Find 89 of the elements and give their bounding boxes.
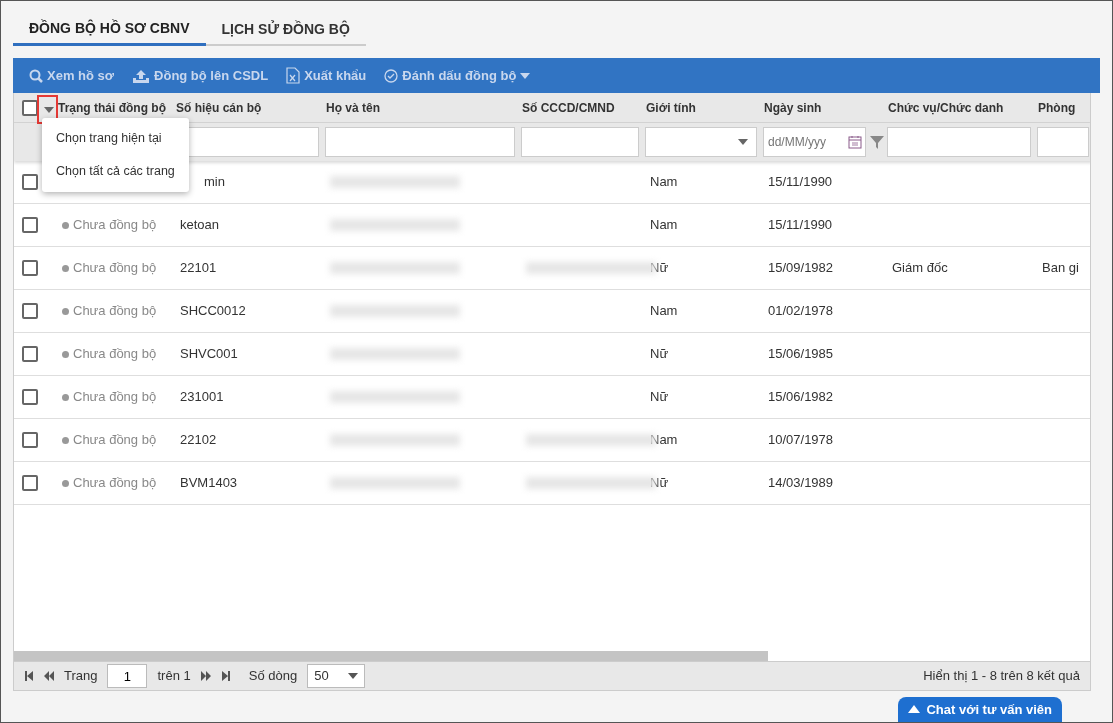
date-filter-field[interactable]: dd/MM/yyy: [763, 127, 866, 157]
tab[interactable]: ĐỒNG BỘ HỒ SƠ CBNV: [13, 14, 206, 46]
filter-field[interactable]: [1037, 127, 1089, 157]
table-cell-text: Giám đốc: [891, 259, 949, 278]
table-cell-text: Nữ: [649, 259, 670, 278]
row-checkbox[interactable]: [22, 174, 38, 190]
page-count: trên 1: [157, 667, 191, 686]
next-page-icon[interactable]: [200, 671, 211, 681]
excel-file-icon: [286, 67, 301, 84]
search-icon: [29, 68, 43, 83]
caret-icon: [348, 673, 359, 679]
table-cell-text: Nữ: [649, 474, 670, 493]
column-header: Chức vụ/Chức danh: [887, 99, 1005, 117]
filter-field[interactable]: [325, 127, 515, 157]
table-cell-text: 15/11/1990: [767, 216, 834, 235]
sync-status: Chưa đồng bộ: [73, 388, 157, 407]
row-checkbox[interactable]: [22, 432, 38, 448]
table-cell-text: Nam: [649, 302, 679, 321]
table-cell-text: Nữ: [649, 345, 670, 364]
menu-item[interactable]: Chọn tất cả các trang: [42, 154, 189, 188]
caret-icon[interactable]: [44, 106, 54, 113]
upload-icon: [132, 68, 151, 83]
sync-status: Chưa đồng bộ: [73, 345, 157, 364]
table-cell-text: 15/09/1982: [767, 259, 835, 278]
status-dot: [62, 350, 69, 358]
table-cell-text: 15/06/1985: [767, 345, 835, 364]
column-header: Phòng: [1037, 99, 1077, 117]
column-header: Số CCCD/CMND: [521, 99, 616, 117]
column-header: Ngày sinh: [763, 99, 823, 117]
row-checkbox[interactable]: [22, 346, 38, 362]
filter-icon[interactable]: [870, 135, 884, 149]
status-dot: [62, 221, 69, 229]
table-cell-text: min: [204, 173, 225, 192]
scrollbar-thumb[interactable]: [14, 651, 768, 661]
sync-status: Chưa đồng bộ: [73, 431, 157, 450]
table-cell-text: 10/07/1978: [767, 431, 835, 450]
caret-icon: [738, 139, 748, 145]
table-cell-text: 14/03/1989: [767, 474, 835, 493]
row-checkbox[interactable]: [22, 389, 38, 405]
table-cell-text: ketoan: [179, 216, 221, 235]
status-dot: [62, 479, 69, 487]
page-label: Trang: [64, 667, 98, 686]
table-cell-text: Nam: [649, 216, 679, 235]
sync-status: Chưa đồng bộ: [73, 302, 157, 321]
status-dot: [62, 436, 69, 444]
sync-status: Chưa đồng bộ: [73, 474, 157, 493]
filter-field[interactable]: [521, 127, 639, 157]
menu-item[interactable]: Chọn trang hiện tại: [42, 122, 189, 155]
row-checkbox[interactable]: [22, 475, 38, 491]
page-input[interactable]: 1: [107, 664, 148, 688]
table-cell-text: 01/02/1978: [767, 302, 835, 321]
calendar-icon: [848, 135, 862, 149]
highlight-frame: [37, 95, 58, 124]
select-all-checkbox[interactable]: [22, 99, 38, 116]
first-page-icon[interactable]: [24, 671, 34, 681]
table-cell-text: Nam: [649, 431, 679, 450]
table-cell-text: Ban gi: [1041, 259, 1080, 278]
row-checkbox[interactable]: [22, 217, 38, 233]
column-header: Giới tính: [645, 99, 697, 117]
status-dot: [62, 393, 69, 401]
row-checkbox[interactable]: [22, 303, 38, 319]
sync-status: Chưa đồng bộ: [73, 259, 157, 278]
table-cell-text: 231001: [179, 388, 225, 407]
column-header: Trạng thái đồng bộ: [57, 99, 167, 117]
status-dot: [62, 264, 69, 272]
column-header: Họ và tên: [325, 99, 381, 117]
table-cell-text: 15/11/1990: [767, 173, 834, 192]
check-circle-icon: [384, 68, 399, 83]
rows-label: Số dòng: [248, 667, 298, 686]
table-cell-text: Nữ: [649, 388, 670, 407]
triangle-icon: [908, 705, 921, 714]
rows-per-page-select[interactable]: 50: [307, 664, 366, 688]
result-summary: Hiển thị 1 - 8 trên 8 kết quả: [923, 667, 1080, 686]
table-cell-text: SHVC001: [179, 345, 239, 364]
chat-button[interactable]: Chat với tư vấn viên: [898, 696, 1062, 722]
last-page-icon[interactable]: [220, 671, 231, 681]
tab[interactable]: LỊCH SỬ ĐỒNG BỘ: [205, 14, 366, 46]
table-cell-text: Nam: [649, 173, 679, 192]
table-cell-text: SHCC0012: [179, 302, 247, 321]
column-header: Số hiệu cán bộ: [175, 99, 263, 117]
status-dot: [62, 307, 69, 315]
table-cell-text: 15/06/1982: [767, 388, 835, 407]
table-cell-text: BVM1403: [179, 474, 239, 493]
table-cell-text: 22102: [179, 431, 218, 450]
filter-field[interactable]: [887, 127, 1031, 157]
previous-page-icon[interactable]: [44, 671, 54, 681]
row-checkbox[interactable]: [22, 260, 38, 276]
sync-status: Chưa đồng bộ: [73, 216, 157, 235]
table-cell-text: 22101: [179, 259, 218, 278]
